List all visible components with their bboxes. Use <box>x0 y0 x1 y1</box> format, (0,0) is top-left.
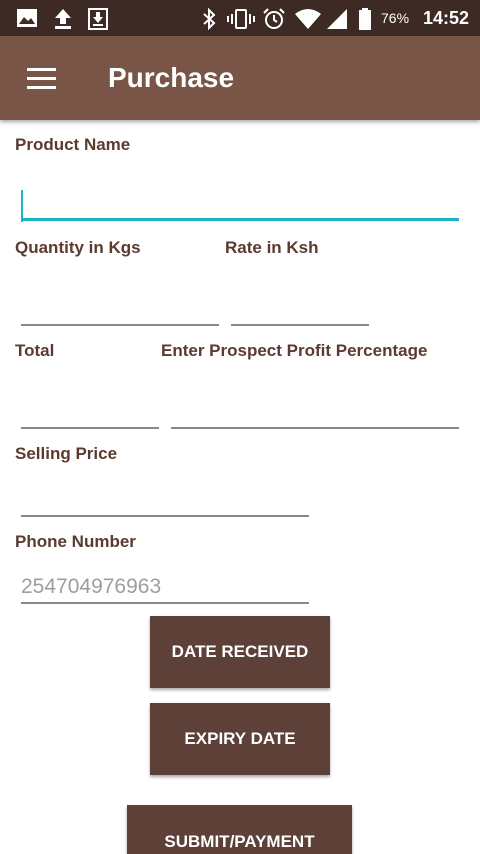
quantity-label: Quantity in Kgs <box>15 238 141 257</box>
total-field[interactable] <box>21 397 159 429</box>
selling-price-field[interactable] <box>21 485 309 517</box>
battery-level: 76% <box>381 10 410 26</box>
rate-field[interactable] <box>231 294 369 326</box>
selling-price-label: Selling Price <box>15 444 118 463</box>
phone-number-input[interactable] <box>21 572 309 602</box>
submit-payment-button[interactable]: SUBMIT/PAYMENT <box>127 805 352 854</box>
quantity-input[interactable] <box>21 294 219 324</box>
product-name-field[interactable] <box>21 188 459 222</box>
app-bar: Purchase <box>0 36 480 120</box>
page-title: Purchase <box>108 62 235 93</box>
expiry-date-button[interactable]: EXPIRY DATE <box>150 703 330 775</box>
alarm-icon <box>263 8 285 29</box>
profit-percentage-field[interactable] <box>171 397 459 429</box>
phone-number-field[interactable] <box>21 572 309 604</box>
profit-percentage-input[interactable] <box>171 397 459 427</box>
status-bar: 76% 14:52 <box>0 0 480 36</box>
total-input[interactable] <box>21 397 159 427</box>
quantity-field[interactable] <box>21 294 219 326</box>
profit-percentage-label: Enter Prospect Profit Percentage <box>161 341 428 360</box>
bluetooth-icon <box>203 8 216 30</box>
download-icon <box>88 8 108 30</box>
rate-input[interactable] <box>231 294 369 324</box>
phone-number-label: Phone Number <box>15 532 136 551</box>
product-name-input[interactable] <box>21 188 459 218</box>
menu-icon[interactable] <box>27 68 57 90</box>
total-label: Total <box>15 341 55 360</box>
vibrate-icon <box>227 9 255 29</box>
wifi-icon <box>295 9 321 29</box>
image-icon <box>17 9 37 27</box>
date-received-button[interactable]: DATE RECEIVED <box>150 616 330 688</box>
status-time: 14:52 <box>423 8 470 28</box>
battery-icon <box>359 8 371 30</box>
rate-label: Rate in Ksh <box>225 238 319 257</box>
text-cursor <box>21 190 23 222</box>
upload-icon <box>55 9 71 29</box>
product-name-label: Product Name <box>15 135 131 154</box>
selling-price-input[interactable] <box>21 485 309 515</box>
signal-icon <box>327 9 347 29</box>
